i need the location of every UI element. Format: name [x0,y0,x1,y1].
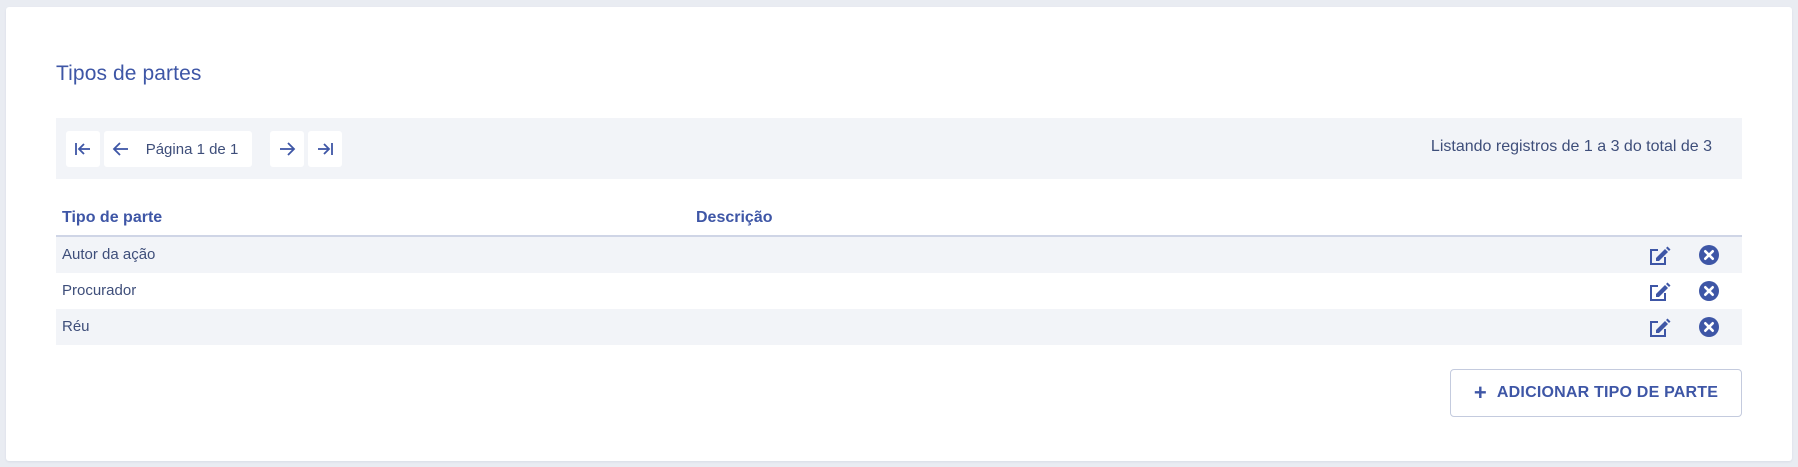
add-button-label: ADICIONAR TIPO DE PARTE [1496,384,1719,401]
column-header-descricao: Descrição [696,209,773,226]
first-page-button[interactable] [66,131,100,167]
table-row: Réu [56,309,1742,345]
edit-icon[interactable] [1647,244,1671,266]
close-circle-icon[interactable] [1699,317,1719,337]
tipos-table: Tipo de parte Descrição Autor da ação Pr… [56,197,1742,345]
next-page-button[interactable] [270,131,304,167]
pagination-bar: Página 1 de 1 Listando registros de 1 a … [56,118,1742,179]
last-page-icon [316,141,334,157]
cell-tipo: Autor da ação [62,246,156,263]
last-page-button[interactable] [308,131,342,167]
table-header: Tipo de parte Descrição [56,197,1742,237]
close-circle-icon[interactable] [1699,245,1719,265]
page-title: Tipos de partes [56,62,202,85]
edit-icon[interactable] [1647,280,1671,302]
arrow-right-icon [278,141,296,157]
page-indicator: Página 1 de 1 [132,131,252,167]
table-row: Autor da ação [56,237,1742,273]
cell-tipo: Procurador [62,282,137,299]
arrow-left-icon [112,141,130,157]
plus-icon: + [1473,380,1487,405]
table-row: Procurador [56,273,1742,309]
cell-tipo: Réu [62,318,90,335]
column-header-tipo: Tipo de parte [62,209,163,226]
edit-icon[interactable] [1647,316,1671,338]
tipos-de-partes-card: Tipos de partes Página 1 de 1 Listando r… [6,7,1792,461]
records-info: Listando registros de 1 a 3 do total de … [1430,138,1712,155]
close-circle-icon[interactable] [1699,281,1719,301]
first-page-icon [74,141,92,157]
add-tipo-de-parte-button[interactable]: + ADICIONAR TIPO DE PARTE [1450,369,1742,417]
